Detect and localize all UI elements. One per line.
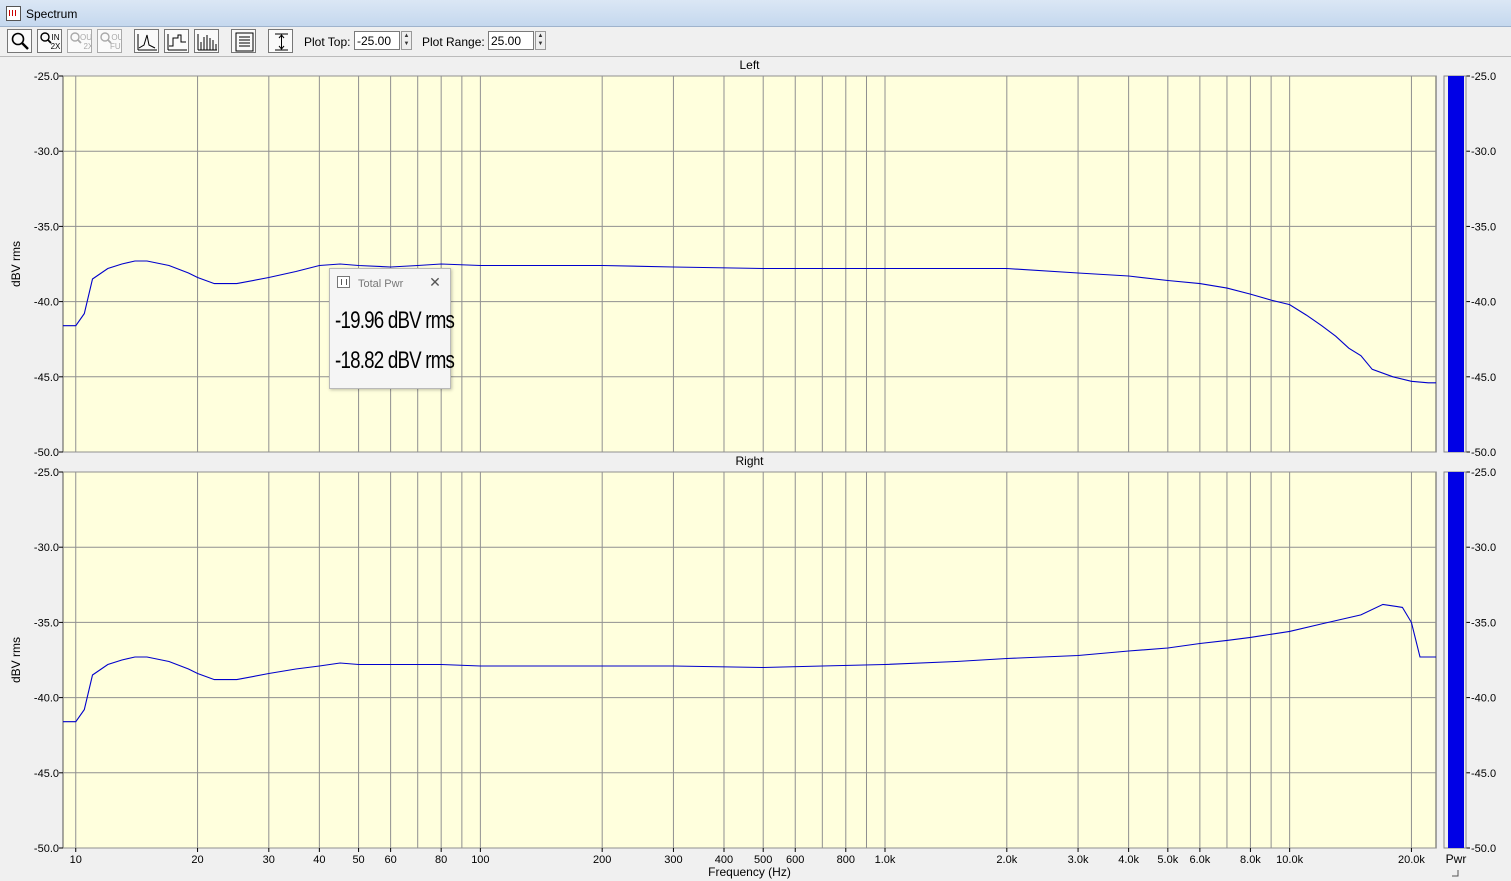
right-meter-tick-label: -25.0	[1471, 467, 1496, 479]
bar-plot-icon	[197, 34, 217, 51]
step-plot-button[interactable]	[164, 29, 189, 53]
x-tick-label: 3.0k	[1068, 854, 1089, 866]
x-tick-label: 2.0k	[996, 854, 1017, 866]
spectrum-plot-area: Left -25.0 -25.0 -30.0 -30.0 -35.0 -35.0 -40.0 -…	[9, 58, 1496, 879]
x-tick-label: 6.0k	[1189, 854, 1210, 866]
x-tick-label: 80	[435, 854, 447, 866]
plot-top-input[interactable]: -25.00	[354, 31, 400, 50]
right-y-tick-label: -40.0	[34, 693, 59, 705]
left-y-tick-label: -45.0	[34, 372, 59, 384]
left-y-tick-label: -30.0	[34, 146, 59, 158]
window-titlebar: Spectrum	[0, 0, 1511, 27]
x-tick-label: 800	[837, 854, 855, 866]
close-icon[interactable]: ✕	[428, 274, 442, 291]
plot-top-label: Plot Top:	[304, 35, 351, 49]
list-icon	[235, 32, 254, 52]
zoom-in-2x-button[interactable]: IN 2X	[37, 29, 62, 53]
display-options-button[interactable]	[231, 29, 256, 53]
left-y-tick-label: -50.0	[34, 447, 59, 459]
left-y-tick-label: -35.0	[34, 221, 59, 233]
right-power-meter-bar	[1448, 472, 1464, 848]
left-power-meter-bar	[1448, 76, 1464, 452]
right-y-tick-label: -30.0	[34, 542, 59, 554]
plot-top-spinner[interactable]: ▲ ▼	[401, 31, 412, 50]
zoom-out-label: OUT 2X	[80, 33, 92, 51]
vertical-range-icon	[275, 33, 288, 51]
line-plot-icon	[137, 34, 157, 51]
right-y-tick-label: -25.0	[34, 467, 59, 479]
right-y-axis-label: dBV rms	[9, 637, 23, 683]
right-meter-tick-label: -35.0	[1471, 617, 1496, 629]
left-meter-tick-label: -45.0	[1471, 372, 1496, 384]
left-panel-title: Left	[739, 58, 760, 72]
right-panel-title: Right	[735, 454, 764, 468]
right-meter-tick-label: -50.0	[1471, 843, 1496, 855]
zoom-full-label: OUT FULL	[110, 33, 121, 51]
popup-title: Total Pwr	[358, 278, 404, 290]
zoom-out-full-button[interactable]: OUT FULL	[97, 29, 122, 53]
bar-plot-button[interactable]	[194, 29, 219, 53]
right-meter-tick-label: -30.0	[1471, 542, 1496, 554]
left-meter-tick-label: -25.0	[1471, 71, 1496, 83]
total-power-right-value: -18.82 dBV rms	[335, 347, 455, 374]
left-y-tick-label: -25.0	[34, 71, 59, 83]
plot-range-label: Plot Range:	[422, 35, 485, 49]
zoom-in-label: IN 2X	[50, 33, 61, 51]
right-y-tick-label: -35.0	[34, 617, 59, 629]
left-meter-tick-label: -30.0	[1471, 146, 1496, 158]
spectrum-app-icon	[6, 6, 21, 21]
left-y-axis-label: dBV rms	[9, 241, 23, 287]
total-power-popup[interactable]: Total Pwr ✕ -19.96 dBV rms -18.82 dBV rm…	[329, 268, 455, 389]
x-axis-title: Frequency (Hz)	[708, 865, 791, 879]
magnifier-icon	[11, 32, 29, 50]
toolbar: IN 2X OUT 2X OUT FULL	[0, 27, 1511, 57]
left-meter-tick-label: -35.0	[1471, 221, 1496, 233]
right-meter-tick-label: -45.0	[1471, 768, 1496, 780]
left-meter-tick-label: -50.0	[1471, 447, 1496, 459]
plot-range-input[interactable]: 25.00	[488, 31, 534, 50]
x-tick-label: 1.0k	[875, 854, 896, 866]
autoscale-button[interactable]	[268, 29, 293, 53]
line-plot-button[interactable]	[134, 29, 159, 53]
x-tick-label: 60	[384, 854, 396, 866]
x-tick-label: 20	[191, 854, 203, 866]
right-meter-tick-label: -40.0	[1471, 693, 1496, 705]
x-tick-label: 40	[313, 854, 325, 866]
right-y-tick-label: -45.0	[34, 768, 59, 780]
x-tick-label: 300	[664, 854, 682, 866]
x-tick-label: 10	[70, 854, 82, 866]
window-title: Spectrum	[26, 7, 78, 21]
x-tick-label: 5.0k	[1157, 854, 1178, 866]
x-tick-label: 8.0k	[1240, 854, 1261, 866]
left-meter-tick-label: -40.0	[1471, 297, 1496, 309]
right-y-tick-label: -50.0	[34, 843, 59, 855]
zoom-button[interactable]	[7, 29, 32, 53]
x-tick-label: 4.0k	[1118, 854, 1139, 866]
resize-grip-icon	[1452, 870, 1459, 877]
meter-label: Pwr	[1446, 852, 1467, 866]
zoom-out-2x-button[interactable]: OUT 2X	[67, 29, 92, 53]
x-tick-label: 20.0k	[1398, 854, 1425, 866]
total-power-left-value: -19.96 dBV rms	[335, 307, 455, 334]
plot-range-spinner[interactable]: ▲ ▼	[535, 31, 546, 50]
left-y-tick-label: -40.0	[34, 297, 59, 309]
x-tick-label: 50	[352, 854, 364, 866]
x-tick-label: 100	[471, 854, 489, 866]
meter-icon	[337, 276, 350, 288]
x-tick-label: 30	[263, 854, 275, 866]
step-plot-icon	[167, 34, 187, 51]
x-tick-label: 10.0k	[1276, 854, 1303, 866]
x-tick-label: 200	[593, 854, 611, 866]
